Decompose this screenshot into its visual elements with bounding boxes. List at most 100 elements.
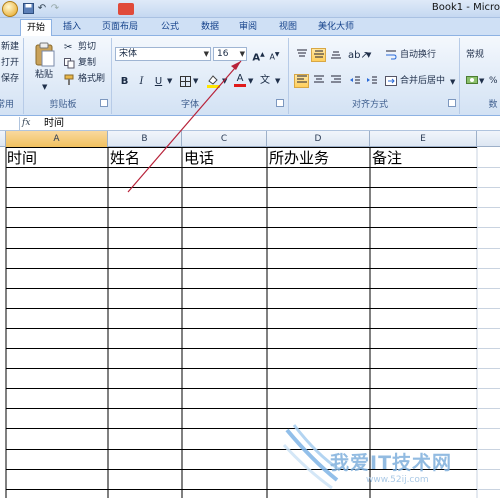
wrap-text-icon [385, 49, 397, 60]
ribbon: 新建 打开 保存 常用 粘贴 ▼ ✂ 剪切 复制 格式刷 剪贴板 宋体 ▼ 16… [0, 36, 500, 116]
underline-button[interactable]: U [151, 74, 166, 88]
ribbon-tabs: 开始 插入 页面布局 公式 数据 审阅 视图 美化大师 [0, 18, 500, 36]
tab-home[interactable]: 开始 [20, 19, 52, 36]
orientation-icon[interactable]: ab↗ [347, 48, 369, 62]
currency-icon[interactable] [466, 74, 478, 86]
align-left-icon[interactable] [294, 74, 309, 88]
tab-view[interactable]: 视图 [272, 19, 304, 36]
font-size-combo[interactable]: 16 ▼ [213, 47, 247, 61]
group-separator [23, 38, 24, 114]
watermark-text: 我爱IT技术网 [330, 452, 453, 474]
merge-center-icon [385, 76, 397, 86]
new-button[interactable]: 新建 [1, 41, 19, 53]
column-header-f[interactable] [477, 131, 500, 147]
decrease-indent-icon[interactable] [347, 74, 362, 88]
column-header-b[interactable]: B [108, 131, 182, 147]
cell-d1[interactable]: 所办业务 [269, 148, 329, 168]
merge-center-button[interactable]: 合并后居中 [400, 75, 445, 87]
align-right-icon[interactable] [328, 74, 343, 88]
align-bottom-icon[interactable] [328, 48, 343, 62]
font-size-value: 16 [217, 49, 229, 59]
phonetic-dropdown-icon[interactable]: ▼ [275, 75, 280, 87]
cut-button[interactable]: 剪切 [78, 41, 96, 53]
cell-c1[interactable]: 电话 [184, 148, 214, 168]
shrink-font-button[interactable]: A▼ [267, 47, 282, 62]
font-dialog-launcher[interactable] [276, 99, 284, 107]
format-painter-button[interactable]: 格式刷 [78, 73, 105, 85]
formula-input[interactable]: 时间 [44, 117, 494, 130]
fill-color-dropdown-icon[interactable]: ▼ [222, 75, 227, 87]
office-button[interactable] [2, 1, 18, 17]
font-group-label: 字体 [180, 100, 199, 110]
paste-dropdown-icon[interactable]: ▼ [42, 81, 47, 93]
group-separator [288, 38, 289, 114]
column-headers: A B C D E [0, 131, 500, 147]
increase-indent-icon[interactable] [364, 74, 379, 88]
tab-formulas[interactable]: 公式 [154, 19, 186, 36]
phonetic-icon[interactable]: 文 [260, 74, 274, 88]
copy-icon [64, 58, 75, 69]
percent-button[interactable]: % [489, 75, 498, 87]
copy-button[interactable]: 复制 [78, 57, 96, 69]
formula-bar: fx 时间 [0, 117, 500, 131]
paste-icon[interactable] [34, 42, 56, 68]
font-color-letter: A [236, 73, 244, 84]
align-top-icon[interactable] [294, 48, 309, 62]
fill-color-icon[interactable] [207, 74, 220, 88]
font-color-icon[interactable]: A [234, 73, 246, 88]
column-header-a[interactable]: A [6, 131, 108, 147]
tab-insert[interactable]: 插入 [56, 19, 88, 36]
grow-font-button[interactable]: A▲ [251, 47, 266, 64]
tab-page-layout[interactable]: 页面布局 [96, 19, 144, 36]
currency-dropdown-icon[interactable]: ▼ [479, 75, 484, 87]
common-group-label: 常用 [0, 100, 14, 110]
window-title: Book1 - Micro [431, 2, 500, 13]
name-box[interactable] [0, 117, 20, 130]
orientation-dropdown-icon[interactable]: ▼ [366, 49, 371, 61]
bold-button[interactable]: B [117, 74, 132, 88]
cell-b1[interactable]: 姓名 [110, 148, 140, 168]
column-header-c[interactable]: C [182, 131, 267, 147]
paste-button[interactable]: 粘贴 [35, 69, 53, 81]
tab-data[interactable]: 数据 [194, 19, 226, 36]
alignment-group-label: 对齐方式 [351, 100, 388, 110]
watermark-url: www.52ij.com [366, 475, 429, 485]
chevron-down-icon[interactable]: ▼ [204, 48, 209, 60]
font-name-value: 宋体 [119, 49, 138, 59]
alignment-dialog-launcher[interactable] [448, 99, 456, 107]
grow-font-label: A [252, 52, 261, 64]
underline-dropdown-icon[interactable]: ▼ [167, 75, 172, 87]
align-middle-icon[interactable] [311, 48, 326, 62]
column-header-d[interactable]: D [267, 131, 370, 147]
fx-icon[interactable]: fx [22, 117, 36, 130]
borders-icon[interactable] [180, 76, 191, 87]
borders-dropdown-icon[interactable]: ▼ [193, 75, 198, 87]
chevron-down-icon[interactable]: ▼ [240, 48, 245, 60]
merge-center-dropdown-icon[interactable]: ▼ [450, 76, 455, 88]
cell-e1[interactable]: 备注 [372, 148, 402, 168]
font-color-dropdown-icon[interactable]: ▼ [248, 75, 253, 87]
save-icon[interactable] [22, 3, 34, 15]
align-center-icon[interactable] [311, 74, 326, 88]
tab-beautify-master[interactable]: 美化大师 [310, 19, 362, 36]
wrap-text-button[interactable]: 自动换行 [400, 49, 436, 61]
window-title-app-icon [118, 3, 134, 15]
tab-review[interactable]: 审阅 [232, 19, 264, 36]
format-painter-icon [64, 74, 75, 85]
font-name-combo[interactable]: 宋体 ▼ [115, 47, 211, 61]
cut-icon: ✂ [64, 42, 73, 53]
undo-icon[interactable]: ↶ [36, 3, 48, 15]
clipboard-dialog-launcher[interactable] [100, 99, 108, 107]
clipboard-group-label: 剪贴板 [49, 100, 77, 110]
save-button[interactable]: 保存 [1, 73, 19, 85]
group-separator [111, 38, 112, 114]
number-group-label: 数 [488, 100, 498, 110]
open-button[interactable]: 打开 [1, 57, 19, 69]
cell-a1[interactable]: 时间 [7, 148, 37, 168]
italic-button[interactable]: I [134, 74, 149, 88]
column-header-e[interactable]: E [370, 131, 477, 147]
redo-icon[interactable]: ↷ [49, 3, 61, 15]
number-format-value[interactable]: 常规 [466, 49, 484, 61]
title-bar: ↶ ↷ Book1 - Micro [0, 0, 500, 18]
watermark-logo: 我爱IT技术网 www.52ij.com [282, 420, 495, 495]
